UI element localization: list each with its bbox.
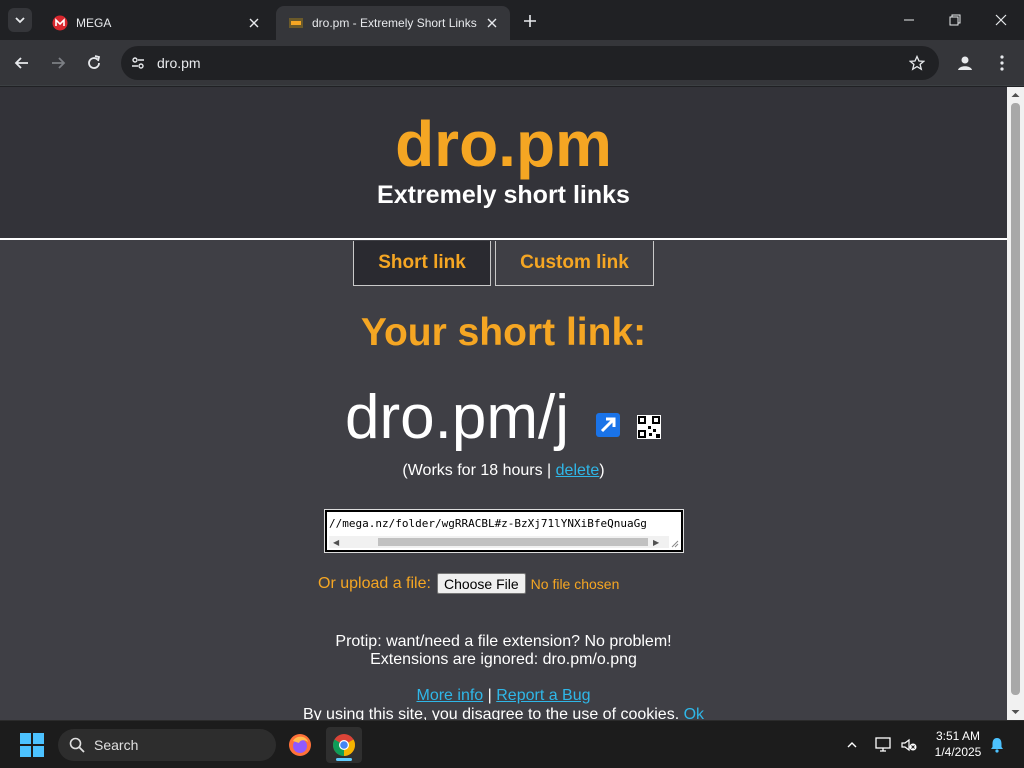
cookie-ok-link[interactable]: Ok (684, 706, 704, 720)
tab-mega[interactable]: MEGA (40, 6, 272, 40)
notification-bell-icon[interactable] (985, 733, 1009, 757)
protip: Protip: want/need a file extension? No p… (0, 633, 1007, 669)
search-icon (68, 736, 86, 754)
footer-separator: | (483, 687, 497, 704)
short-link-text[interactable]: dro.pm/j (345, 383, 569, 453)
chevron-down-icon (15, 17, 25, 24)
site-header: dro.pm Extremely short links (0, 87, 1007, 240)
search-label: Search (94, 737, 139, 753)
new-tab-button[interactable] (518, 9, 542, 33)
cookie-notice: By using this site, you disagree to the … (0, 706, 1007, 720)
tab-title: dro.pm - Extremely Short Links (312, 16, 477, 30)
volume-muted-icon[interactable] (897, 733, 921, 757)
protip-line-2: Extensions are ignored: dro.pm/o.png (370, 651, 637, 668)
minimize-button[interactable] (886, 0, 932, 40)
file-upload-row: Or upload a file: Choose File No file ch… (318, 573, 619, 594)
clock-date: 1/4/2025 (934, 745, 982, 759)
close-icon[interactable] (244, 13, 264, 33)
upload-label: Or upload a file: (318, 574, 431, 592)
reload-icon (88, 55, 101, 69)
profile-icon (958, 56, 972, 70)
expiry-text: (Works for 18 hours | (402, 462, 556, 479)
minimize-icon (904, 19, 914, 21)
address-bar[interactable]: dro.pm (121, 46, 939, 80)
system-clock[interactable]: 3:51 AM 1/4/2025 (922, 728, 994, 760)
profile-button[interactable] (951, 49, 979, 77)
close-icon (995, 14, 1007, 26)
reload-button[interactable] (80, 49, 108, 77)
tab-title: MEGA (76, 16, 112, 30)
choose-file-button[interactable]: Choose File (436, 573, 526, 594)
browser-toolbar: dro.pm (0, 40, 1024, 86)
scroll-up-icon[interactable] (1011, 91, 1020, 99)
site-info-icon[interactable] (124, 49, 152, 77)
browser-tab-strip: MEGA dro.pm - Extremely Short Links (0, 0, 1024, 40)
url-input[interactable]: //mega.nz/folder/wgRRACBL#z-BzXj71lYNXiB… (324, 509, 684, 553)
taskbar-search[interactable]: Search (58, 729, 276, 761)
bookmark-star-icon[interactable] (903, 49, 931, 77)
tab-custom-link[interactable]: Custom link (495, 241, 654, 286)
scrollbar-thumb[interactable] (378, 538, 648, 546)
page-content: dro.pm Extremely short links Short link … (0, 87, 1007, 720)
address-text: dro.pm (157, 55, 201, 71)
close-window-button[interactable] (978, 0, 1024, 40)
site-tagline: Extremely short links (377, 181, 630, 209)
qr-code-icon[interactable] (637, 415, 661, 439)
cookie-text: By using this site, you disagree to the … (302, 706, 680, 720)
delete-link[interactable]: delete (556, 462, 600, 479)
plus-icon (524, 15, 536, 27)
result-heading: Your short link: (360, 311, 647, 354)
menu-button[interactable] (988, 49, 1016, 77)
file-status: No file chosen (530, 575, 620, 592)
scroll-right-icon[interactable]: ▶ (653, 538, 659, 547)
clock-time: 3:51 AM (935, 729, 981, 743)
page-scrollbar[interactable] (1007, 87, 1024, 720)
chrome-taskbar-icon[interactable] (326, 727, 362, 763)
forward-button[interactable] (44, 49, 72, 77)
link-expiry: (Works for 18 hours | delete) (0, 462, 1007, 480)
scroll-down-icon[interactable] (1011, 708, 1020, 716)
tab-dropm[interactable]: dro.pm - Extremely Short Links (276, 6, 510, 40)
taskbar: Search 3:51 AM 1/4/2025 (0, 720, 1024, 768)
scroll-left-icon[interactable]: ◀ (333, 538, 339, 547)
dropm-favicon (288, 15, 304, 31)
resize-grip-icon[interactable] (671, 540, 679, 548)
tab-search-button[interactable] (8, 8, 32, 32)
external-link-icon[interactable] (596, 413, 620, 437)
restore-icon (949, 14, 961, 26)
windows-start-icon[interactable] (20, 733, 44, 757)
url-input-scrollbar[interactable]: ◀ ▶ (329, 536, 669, 548)
back-button[interactable] (8, 49, 36, 77)
chevron-up-icon[interactable] (840, 733, 864, 757)
more-info-link[interactable]: More info (416, 687, 483, 704)
scrollbar-thumb[interactable] (1011, 103, 1020, 695)
kebab-menu-icon (1000, 55, 1004, 71)
arrow-left-icon (14, 57, 28, 69)
footer-links: More info | Report a Bug (0, 687, 1007, 705)
restore-button[interactable] (932, 0, 978, 40)
arrow-right-icon (52, 57, 66, 69)
firefox-taskbar-icon[interactable] (282, 727, 318, 763)
expiry-close: ) (599, 462, 605, 479)
url-input-value: //mega.nz/folder/wgRRACBL#z-BzXj71lYNXiB… (329, 517, 647, 530)
tab-short-link[interactable]: Short link (353, 241, 491, 286)
network-icon[interactable] (872, 733, 896, 757)
close-icon[interactable] (482, 13, 502, 33)
mega-icon (52, 15, 68, 31)
report-bug-link[interactable]: Report a Bug (496, 687, 590, 704)
protip-line-1: Protip: want/need a file extension? No p… (335, 633, 672, 650)
site-logo[interactable]: dro.pm (0, 111, 1007, 177)
